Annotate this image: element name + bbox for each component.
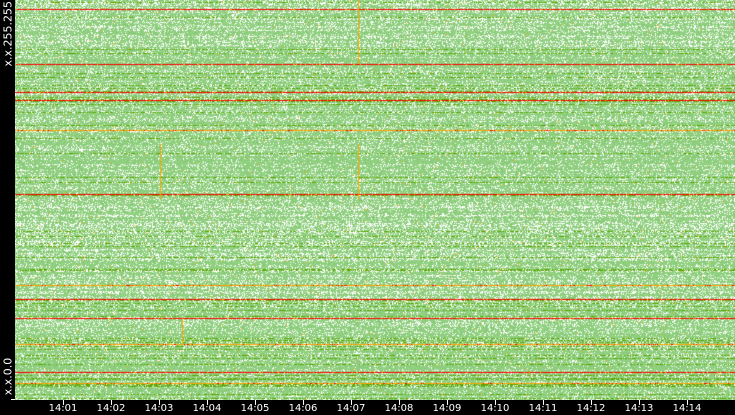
y-label-top: x.x.255.255 bbox=[1, 0, 15, 67]
x-tick-label: 14:12 bbox=[576, 403, 606, 414]
x-tick-label: 14:07 bbox=[336, 403, 366, 414]
x-tick-label: 14:11 bbox=[528, 403, 558, 414]
x-tick-label: 14:04 bbox=[192, 403, 222, 414]
x-tick-label: 14:10 bbox=[480, 403, 510, 414]
x-tick-label: 14:14 bbox=[672, 403, 702, 414]
x-tick-label: 14:06 bbox=[288, 403, 318, 414]
x-tick-label: 14:13 bbox=[624, 403, 654, 414]
heatmap-canvas[interactable] bbox=[15, 0, 735, 400]
traffic-heatmap-view: x.x.255.255 x.x.0.0 14:01 14:02 14:03 14:04… bbox=[0, 0, 735, 415]
x-tick-label: 14:08 bbox=[384, 403, 414, 414]
x-tick-label: 14:05 bbox=[240, 403, 270, 414]
y-label-bottom: x.x.0.0 bbox=[1, 357, 15, 396]
x-tick-label: 14:01 bbox=[48, 403, 78, 414]
x-tick-label: 14:09 bbox=[432, 403, 462, 414]
x-tick-label: 14:02 bbox=[96, 403, 126, 414]
x-tick-label: 14:03 bbox=[144, 403, 174, 414]
